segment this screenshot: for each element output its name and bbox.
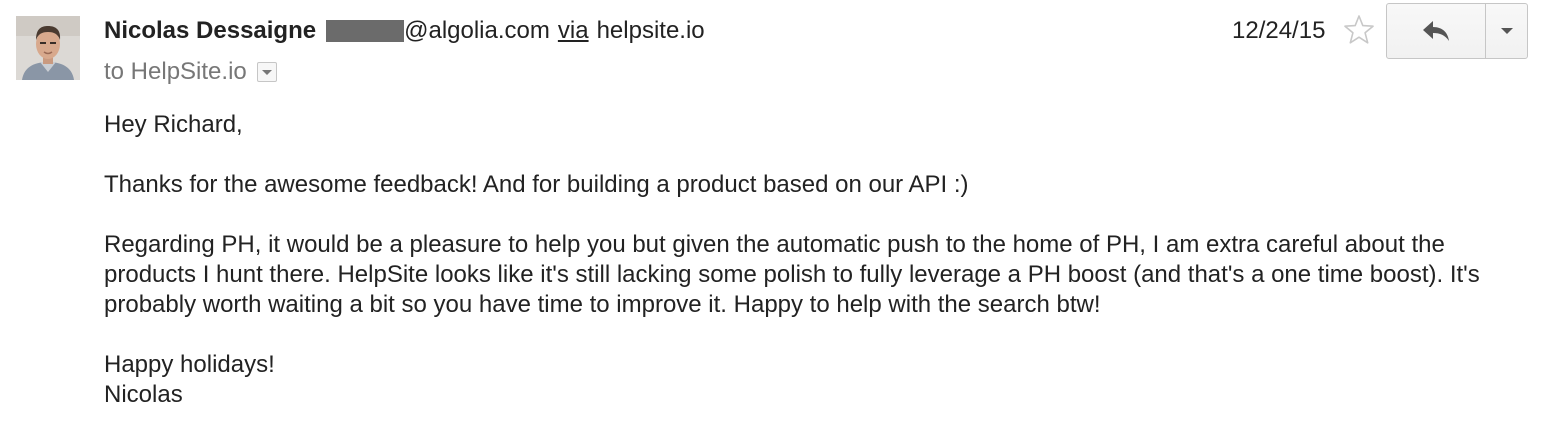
message-date[interactable]: 12/24/15 (1232, 14, 1325, 48)
chevron-down-icon (1500, 28, 1513, 34)
reply-button-group (1386, 3, 1528, 59)
message-body: Hey Richard, Thanks for the awesome feed… (104, 110, 1524, 410)
message-closing: Happy holidays! (104, 351, 275, 378)
reply-button[interactable] (1387, 4, 1486, 58)
via-site: helpsite.io (596, 17, 705, 44)
sender-email-domain: @algolia.com (404, 17, 550, 44)
reply-arrow-icon (1423, 21, 1449, 41)
sender-avatar[interactable] (16, 16, 80, 80)
recipient-text: to HelpSite.io (104, 58, 247, 85)
message-paragraph-1: Thanks for the awesome feedback! And for… (104, 171, 969, 198)
message-greeting: Hey Richard, (104, 111, 243, 138)
star-icon[interactable] (1342, 13, 1376, 47)
recipient-details-button[interactable] (256, 62, 277, 82)
redacted-email-block (326, 20, 405, 42)
avatar-photo (16, 16, 80, 80)
sender-line: Nicolas Dessaigne @algolia.com via helps… (104, 14, 705, 48)
more-options-button[interactable] (1486, 4, 1527, 58)
message-paragraph-2: Regarding PH, it would be a pleasure to … (104, 231, 1480, 318)
recipient-line: to HelpSite.io (104, 56, 277, 88)
message-signature: Nicolas (104, 381, 183, 408)
via-link[interactable]: via (558, 17, 589, 45)
sender-name[interactable]: Nicolas Dessaigne (104, 17, 316, 45)
